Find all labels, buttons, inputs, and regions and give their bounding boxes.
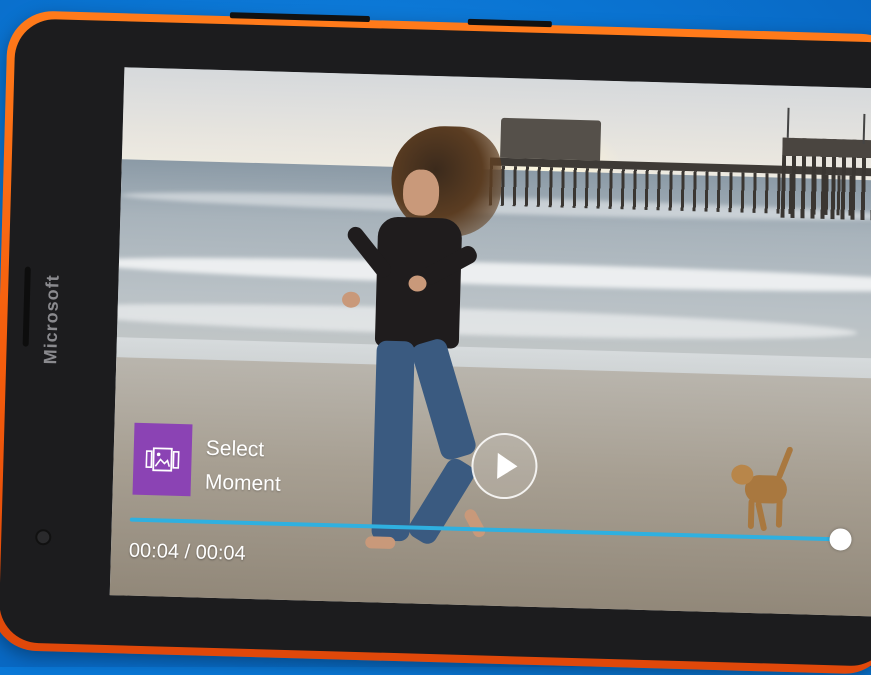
speaker-icon [22,266,31,347]
select-moment-label-line2: Moment [204,470,282,496]
play-icon [497,452,518,480]
dog [729,444,802,546]
photo-frames-icon [145,447,180,472]
time-readout: 00:04 / 00:04 [128,539,246,565]
video-screen[interactable]: Select Moment 00:04 / 00:04 [109,67,871,618]
select-moment-button[interactable] [132,422,193,497]
phone: Microsoft Select Moment 00:04 / 00:04 [0,10,871,675]
front-camera-icon [35,528,52,546]
brand-logo: Microsoft [40,274,63,365]
phone-bezel: Microsoft Select Moment 00:04 / 00:04 [0,18,871,667]
select-moment-label-line1: Select [205,436,265,462]
pier-end [780,137,871,221]
running-woman [339,124,533,617]
select-moment-label[interactable]: Select Moment [204,432,282,502]
